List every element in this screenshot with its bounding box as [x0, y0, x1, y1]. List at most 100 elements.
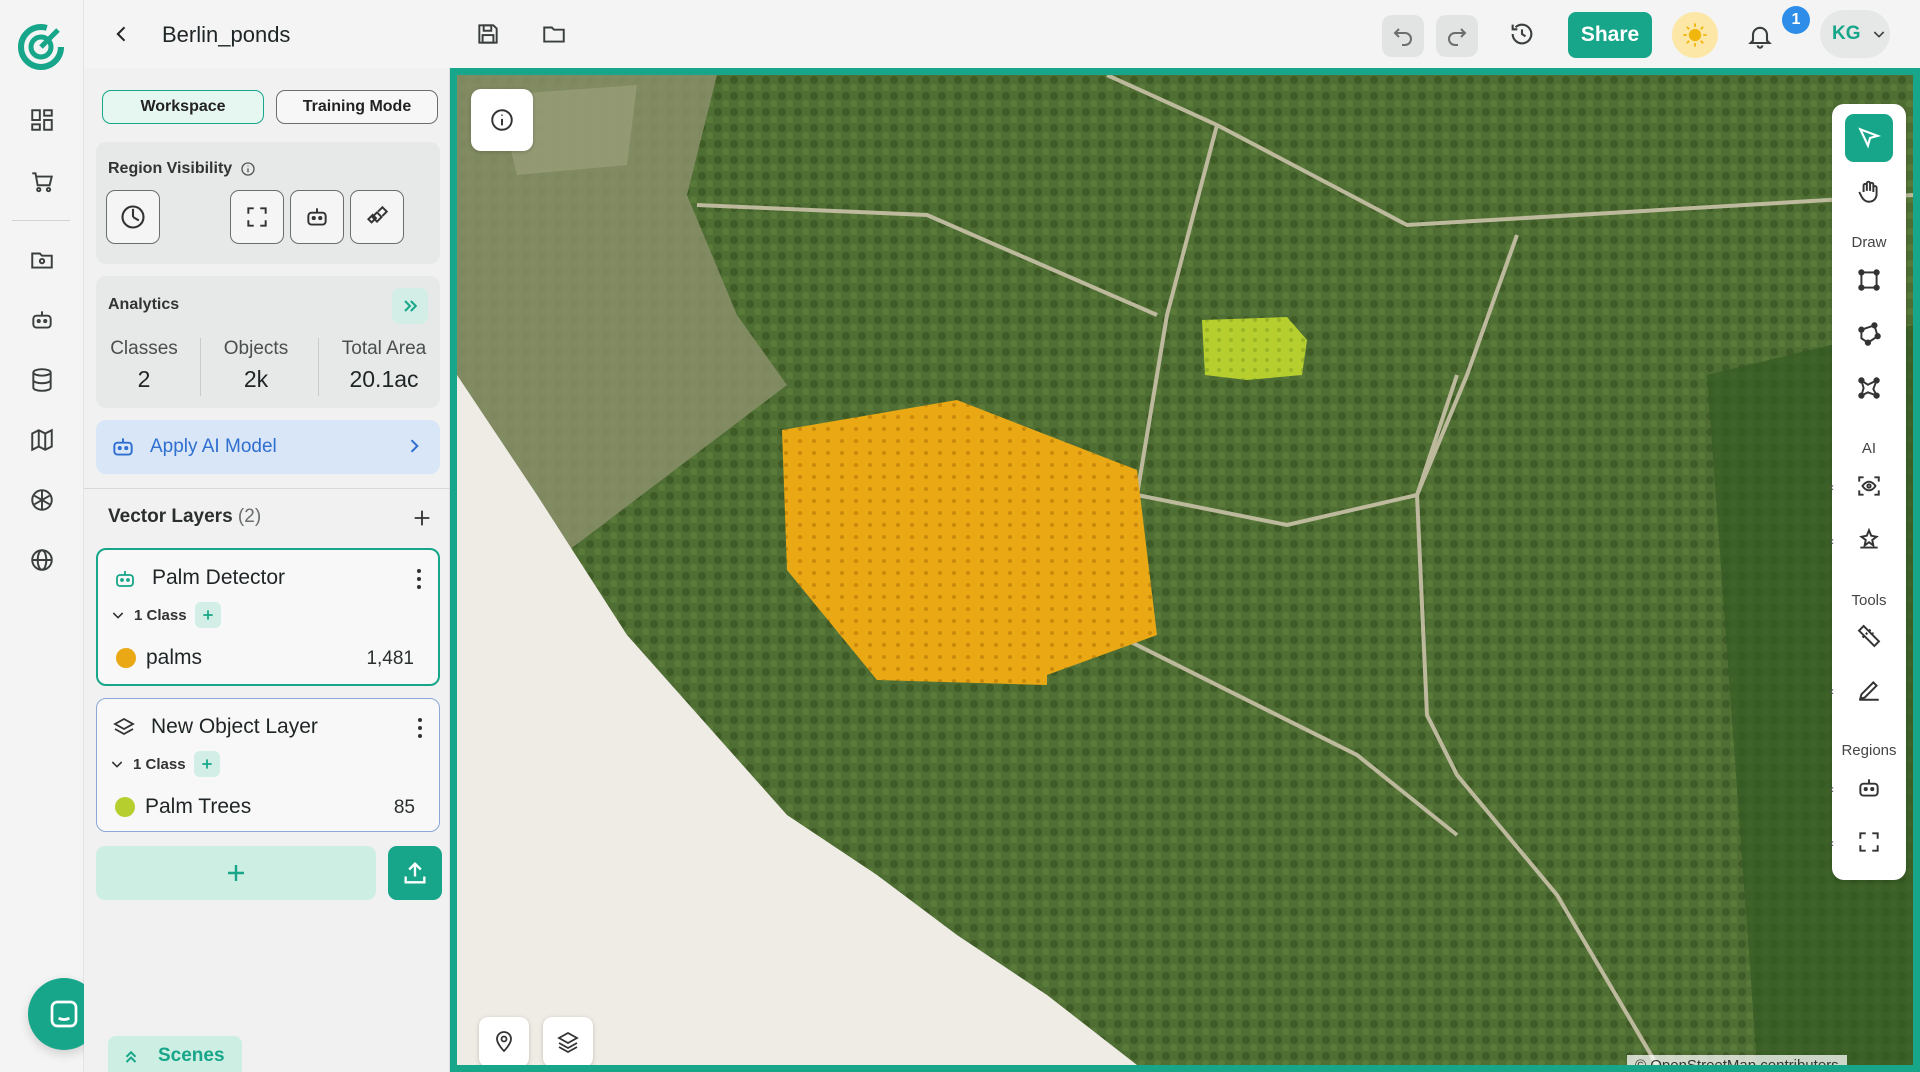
chevrons-up-icon	[125, 1050, 137, 1063]
chevrons-right-icon	[404, 300, 418, 312]
ruler-icon	[1857, 624, 1881, 648]
caret-left-icon[interactable]: ‹	[1830, 836, 1834, 850]
back-button[interactable]	[106, 18, 138, 50]
analytics-card: Analytics Classes 2 Objects 2k Total Are…	[96, 276, 440, 408]
rectangle-tool-button[interactable]	[1845, 256, 1893, 304]
caret-left-icon[interactable]: ‹	[1830, 480, 1834, 494]
notifications-button[interactable]	[1738, 14, 1782, 58]
workspace-mode-button[interactable]: Workspace	[102, 90, 264, 124]
stat-divider	[200, 338, 201, 396]
more-vertical-icon[interactable]	[412, 566, 426, 592]
analytics-expand-button[interactable]	[392, 288, 428, 324]
caret-left-icon[interactable]: ‹	[1830, 684, 1834, 698]
dashboard-icon[interactable]	[22, 100, 62, 140]
apply-ai-model-button[interactable]: Apply AI Model	[96, 420, 440, 474]
ai-region-button[interactable]	[290, 190, 344, 244]
bounding-box-icon	[1858, 269, 1880, 291]
theme-toggle-button[interactable]	[1672, 12, 1718, 58]
app-logo-icon[interactable]	[16, 22, 66, 72]
class-item-palms[interactable]: palms	[116, 646, 202, 670]
plus-icon	[201, 759, 212, 769]
chat-icon	[50, 1000, 78, 1028]
share-button[interactable]: Share	[1568, 12, 1652, 58]
stat-label: Objects	[223, 338, 289, 359]
save-button[interactable]	[470, 16, 506, 52]
open-folder-button[interactable]	[536, 16, 572, 52]
pan-tool-button[interactable]	[1845, 168, 1893, 216]
class-row: 1 Class	[109, 751, 220, 777]
annotate-tool-button[interactable]	[1845, 666, 1893, 714]
more-vertical-icon[interactable]	[413, 715, 427, 741]
add-class-button[interactable]	[193, 751, 220, 777]
stat-objects: Objects 2k	[216, 338, 296, 393]
folder-icon	[543, 26, 565, 43]
tools-section-label: Tools	[1851, 592, 1887, 609]
satellite-region-button[interactable]	[350, 190, 404, 244]
class-object-count: 85	[393, 797, 415, 818]
freeform-tool-button[interactable]	[1845, 364, 1893, 412]
pen-icon	[1858, 681, 1879, 701]
bell-icon	[1748, 26, 1772, 49]
basemap-layers-button[interactable]	[543, 1017, 593, 1065]
polygon-tool-button[interactable]	[1845, 310, 1893, 358]
time-visibility-button[interactable]	[106, 190, 160, 244]
layer-name: Palm Detector	[152, 566, 286, 589]
class-count: 1 Class	[134, 606, 187, 624]
region-frame-tool-button[interactable]	[1845, 818, 1893, 866]
globe-grid-icon[interactable]	[22, 480, 62, 520]
map-toolbar: Draw AI ‹ ‹ Tools ‹ Regions ‹ ‹	[1830, 104, 1906, 880]
info-icon[interactable]	[240, 161, 256, 177]
ai-segment-tool-button[interactable]	[1845, 516, 1893, 564]
history-icon	[1511, 23, 1533, 45]
satellite-icon	[366, 205, 389, 224]
region-frame-button[interactable]	[230, 190, 284, 244]
scenes-tab[interactable]: Scenes	[108, 1036, 242, 1072]
robot-icon	[110, 564, 140, 594]
user-menu[interactable]: KG	[1820, 10, 1890, 58]
caret-left-icon[interactable]: ‹	[1830, 782, 1834, 796]
ai-detect-tool-button[interactable]	[1845, 462, 1893, 510]
ai-eye-icon	[1858, 476, 1880, 496]
stat-label: Total Area	[341, 338, 427, 359]
map-icon[interactable]	[22, 420, 62, 460]
database-icon[interactable]	[22, 360, 62, 400]
export-button[interactable]	[388, 846, 442, 900]
map-pin-icon	[496, 1031, 512, 1053]
cart-icon[interactable]	[22, 162, 62, 202]
class-item-palm-trees[interactable]: Palm Trees	[115, 795, 251, 819]
undo-button[interactable]	[1382, 15, 1424, 57]
layer-card-new-object-layer[interactable]: New Object Layer 1 Class Palm Trees 85	[96, 698, 440, 832]
map-info-button[interactable]	[471, 89, 533, 151]
add-class-button[interactable]	[194, 602, 221, 628]
location-button[interactable]	[479, 1017, 529, 1065]
layer-name: New Object Layer	[151, 715, 318, 738]
class-row: 1 Class	[110, 602, 221, 628]
vector-layers-label: Vector Layers	[108, 506, 233, 527]
chevron-down-icon[interactable]	[109, 756, 125, 772]
stat-classes: Classes 2	[106, 338, 182, 393]
globe-icon[interactable]	[22, 540, 62, 580]
add-vector-layer-button[interactable]	[96, 846, 376, 900]
ai-region-tool-button[interactable]	[1845, 764, 1893, 812]
chevron-left-icon	[116, 26, 126, 42]
chevron-down-icon[interactable]	[110, 607, 126, 623]
scenes-label: Scenes	[158, 1045, 225, 1066]
redo-button[interactable]	[1436, 15, 1478, 57]
layer-card-palm-detector[interactable]: Palm Detector 1 Class palms 1,481	[96, 548, 440, 686]
class-color-dot	[116, 648, 136, 668]
training-mode-button[interactable]: Training Mode	[276, 90, 438, 124]
map-view[interactable]: © OpenStreetMap contributors	[450, 68, 1920, 1072]
map-attribution[interactable]: © OpenStreetMap contributors	[1627, 1055, 1847, 1065]
add-layer-button[interactable]	[408, 504, 436, 532]
caret-left-icon[interactable]: ‹	[1830, 534, 1834, 548]
measure-tool-button[interactable]	[1845, 612, 1893, 660]
select-tool-button[interactable]	[1845, 114, 1893, 162]
notification-badge: 1	[1782, 6, 1810, 34]
folder-icon[interactable]	[22, 240, 62, 280]
robot-icon[interactable]	[22, 300, 62, 340]
region-visibility-card: Region Visibility	[96, 142, 440, 264]
stat-value: 2k	[243, 366, 269, 392]
robot-icon	[1859, 779, 1879, 797]
hand-icon	[1858, 180, 1878, 203]
history-button[interactable]	[1504, 16, 1540, 52]
